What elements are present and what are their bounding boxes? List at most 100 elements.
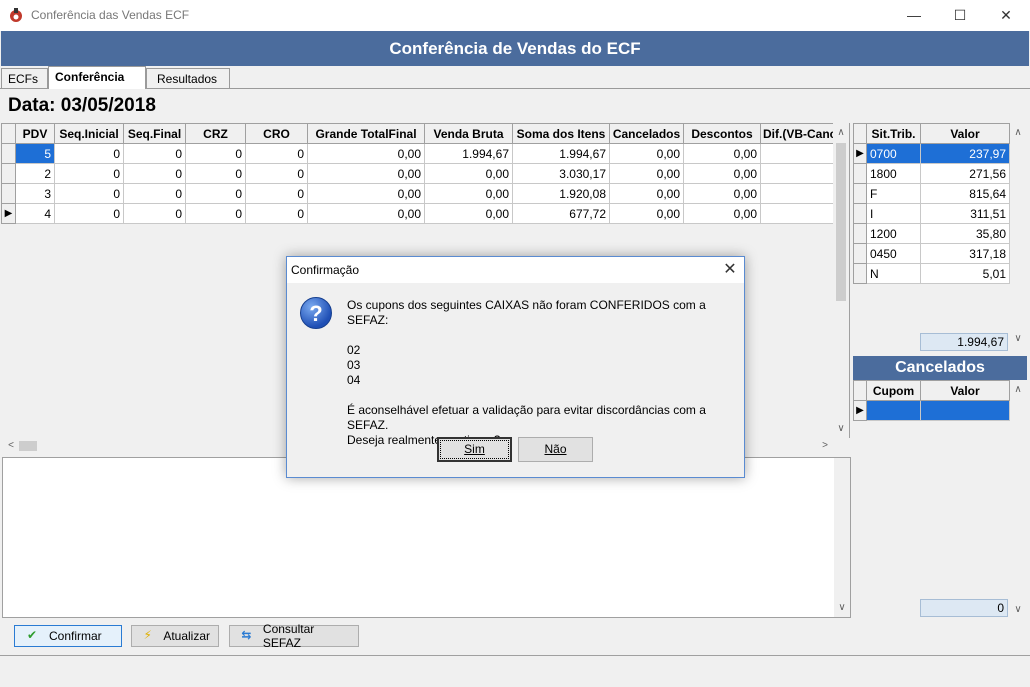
table-row[interactable]: 1200 35,80 (853, 223, 1010, 244)
table-cell[interactable]: 0 (123, 203, 186, 224)
column-header[interactable]: PDV (15, 123, 55, 144)
table-row[interactable]: 0450 317,18 (853, 243, 1010, 264)
cancelados-scrollbar[interactable]: ∧ ∨ (1010, 380, 1027, 620)
table-cell[interactable]: N (866, 263, 921, 284)
table-cell[interactable]: 0 (54, 203, 124, 224)
table-cell[interactable]: 0,00 (609, 183, 684, 204)
column-header[interactable]: Cancelados (609, 123, 684, 144)
table-cell[interactable]: 0 (245, 143, 308, 164)
table-cell[interactable]: 1.994,67 (424, 143, 513, 164)
confirmation-dialog[interactable]: Confirmação ✕ ? Os cupons dos seguintes … (286, 256, 745, 478)
table-cell[interactable]: 0,00 (424, 163, 513, 184)
row-indicator-current[interactable]: ▶ (1, 203, 16, 224)
table-cell[interactable]: 237,97 (920, 143, 1010, 164)
column-header[interactable]: Dif.(VB-Canc (759, 123, 840, 144)
column-header[interactable]: Cupom (866, 380, 921, 401)
minimize-icon[interactable]: — (891, 0, 937, 31)
table-row[interactable]: 1800 271,56 (853, 163, 1010, 184)
table-cell[interactable]: F (866, 183, 921, 204)
table-cell[interactable]: 0,00 (609, 203, 684, 224)
table-cell[interactable]: 0,00 (609, 163, 684, 184)
table-row[interactable]: 5 0 0 0 0 0,00 1.994,67 1.994,67 0,00 0,… (1, 143, 840, 164)
table-row[interactable]: F 815,64 (853, 183, 1010, 204)
table-cell[interactable]: 1.994,67 (512, 143, 610, 164)
table-cell[interactable] (759, 163, 840, 184)
cancelados-grid[interactable]: Cupom Valor ▶ (853, 380, 1010, 421)
table-cell[interactable]: 5 (15, 143, 55, 164)
table-row[interactable]: ▶ 0700 237,97 (853, 143, 1010, 164)
column-header[interactable]: Soma dos Itens (512, 123, 610, 144)
row-indicator[interactable] (853, 203, 867, 224)
table-cell[interactable]: 3 (15, 183, 55, 204)
table-cell[interactable]: 317,18 (920, 243, 1010, 264)
close-icon[interactable]: ✕ (983, 0, 1029, 31)
table-cell[interactable]: 0,00 (683, 143, 761, 164)
scroll-down-icon[interactable]: ∨ (1010, 602, 1026, 618)
sit-trib-grid[interactable]: Sit.Trib. Valor ▶ 0700 237,97 1800 271,5… (853, 123, 1010, 284)
table-cell[interactable]: 0,00 (307, 203, 425, 224)
grid-vertical-scrollbar[interactable]: ∧ ∨ (833, 123, 849, 438)
column-header[interactable]: Grande TotalFinal (307, 123, 425, 144)
table-cell[interactable]: 0,00 (683, 203, 761, 224)
scroll-down-icon[interactable]: ∨ (1010, 331, 1026, 347)
table-cell[interactable]: 0,00 (609, 143, 684, 164)
table-cell[interactable]: 0,00 (683, 163, 761, 184)
table-cell[interactable] (759, 203, 840, 224)
scroll-down-icon[interactable]: ∨ (833, 421, 849, 437)
table-cell[interactable]: 2 (15, 163, 55, 184)
table-cell[interactable]: 0 (185, 143, 246, 164)
row-indicator[interactable] (1, 183, 16, 204)
table-cell[interactable]: I (866, 203, 921, 224)
column-header[interactable]: Seq.Inicial (54, 123, 124, 144)
table-cell[interactable]: 1.920,08 (512, 183, 610, 204)
scroll-down-icon[interactable]: ∨ (834, 600, 850, 616)
table-cell[interactable]: 0 (185, 183, 246, 204)
scroll-up-icon[interactable]: ∧ (1010, 382, 1026, 398)
table-row[interactable]: 3 0 0 0 0 0,00 0,00 1.920,08 0,00 0,00 (1, 183, 840, 204)
table-cell[interactable]: 0,00 (307, 183, 425, 204)
scroll-thumb[interactable] (836, 143, 846, 301)
row-indicator-current[interactable]: ▶ (853, 400, 867, 421)
table-cell[interactable]: 0 (185, 203, 246, 224)
maximize-icon[interactable]: ☐ (937, 0, 983, 31)
table-row[interactable]: I 311,51 (853, 203, 1010, 224)
table-cell[interactable]: 35,80 (920, 223, 1010, 244)
table-cell[interactable] (759, 183, 840, 204)
row-indicator[interactable] (1, 163, 16, 184)
table-cell[interactable] (866, 400, 921, 421)
cancelados-panel[interactable]: Cupom Valor ▶ ∧ ∨ (853, 380, 1027, 620)
close-icon[interactable]: ✕ (715, 257, 745, 283)
confirmar-button[interactable]: ✔ Confirmar (14, 625, 122, 647)
atualizar-button[interactable]: ⚡ Atualizar (131, 625, 219, 647)
column-header[interactable]: Descontos (683, 123, 761, 144)
row-indicator[interactable] (853, 163, 867, 184)
memo-scrollbar[interactable]: ∨ (834, 458, 850, 617)
row-indicator[interactable] (1, 143, 16, 164)
scroll-left-icon[interactable]: < (3, 438, 19, 454)
table-cell[interactable]: 3.030,17 (512, 163, 610, 184)
row-indicator[interactable] (853, 183, 867, 204)
table-cell[interactable]: 0 (54, 163, 124, 184)
table-cell[interactable]: 0 (54, 183, 124, 204)
column-header[interactable]: CRZ (185, 123, 246, 144)
table-row[interactable]: ▶ 4 0 0 0 0 0,00 0,00 677,72 0,00 0,00 (1, 203, 840, 224)
column-header[interactable]: Valor (920, 123, 1010, 144)
scroll-up-icon[interactable]: ∧ (1010, 125, 1026, 141)
column-header[interactable]: Venda Bruta (424, 123, 513, 144)
table-cell[interactable]: 1200 (866, 223, 921, 244)
table-cell[interactable]: 0,00 (307, 143, 425, 164)
table-cell[interactable]: 0 (245, 203, 308, 224)
table-cell[interactable]: 311,51 (920, 203, 1010, 224)
table-cell[interactable]: 4 (15, 203, 55, 224)
table-cell[interactable]: 0450 (866, 243, 921, 264)
consultar-sefaz-button[interactable]: ⇆ Consultar SEFAZ (229, 622, 359, 650)
table-cell[interactable]: 0 (245, 163, 308, 184)
table-cell[interactable]: 677,72 (512, 203, 610, 224)
table-cell[interactable]: 5,01 (920, 263, 1010, 284)
table-cell[interactable]: 0 (123, 163, 186, 184)
table-cell[interactable]: 0 (123, 183, 186, 204)
table-cell[interactable]: 1800 (866, 163, 921, 184)
tab-conferencia[interactable]: Conferência (48, 66, 146, 89)
no-button[interactable]: Não (518, 437, 593, 462)
table-cell[interactable]: 0,00 (424, 203, 513, 224)
